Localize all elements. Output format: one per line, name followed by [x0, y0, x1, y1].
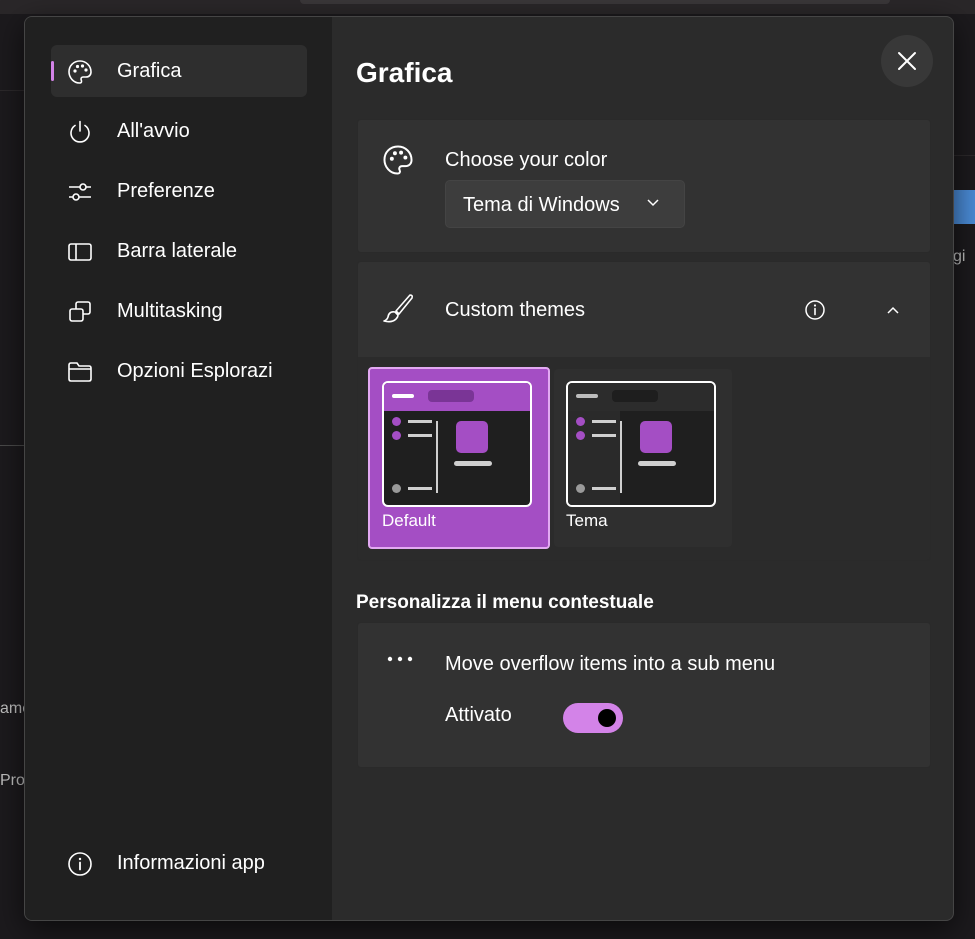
settings-dialog: Grafica All'avvio Preferenze Barra later… [24, 16, 954, 921]
selection-indicator [51, 61, 54, 81]
color-dropdown[interactable]: Tema di Windows [445, 180, 685, 228]
info-icon [68, 852, 92, 876]
custom-themes-header[interactable]: Custom themes [357, 261, 931, 359]
nav-item-opzioni-esplorazione[interactable]: Opzioni Esplorazi [51, 345, 307, 397]
theme-preview [566, 381, 716, 507]
nav-item-informazioni-app[interactable]: Informazioni app [51, 837, 307, 889]
theme-tiles-area: Default Tema [357, 357, 931, 561]
page-title: Grafica [356, 57, 453, 88]
toggle-knob [598, 709, 616, 727]
palette-icon [383, 145, 413, 175]
nav-item-label: Multitasking [117, 300, 223, 322]
palette-icon [68, 60, 92, 84]
color-card-title: Choose your color [445, 149, 608, 171]
context-menu-option-title: Move overflow items into a sub menu [445, 653, 776, 675]
info-icon[interactable] [804, 299, 826, 321]
theme-tile-label: Tema [566, 511, 608, 530]
settings-content: Grafica Choose your color Tema di Window… [332, 17, 953, 920]
theme-tile-default[interactable]: Default [368, 367, 550, 549]
nav-item-preferenze[interactable]: Preferenze [51, 165, 307, 217]
close-button[interactable] [881, 35, 933, 87]
nav-item-label: Informazioni app [117, 852, 265, 874]
background-text-fragment: gi [953, 248, 966, 265]
nav-item-barra-laterale[interactable]: Barra laterale [51, 225, 307, 277]
context-menu-card: Move overflow items into a sub menu Atti… [357, 622, 931, 768]
chevron-down-icon [647, 199, 659, 207]
color-dropdown-value: Tema di Windows [463, 194, 620, 216]
chevron-up-icon[interactable] [886, 305, 900, 315]
theme-tile-label: Default [382, 511, 436, 530]
nav-item-label: All'avvio [117, 120, 190, 142]
nav-item-grafica[interactable]: Grafica [51, 45, 307, 97]
nav-item-label: Barra laterale [117, 240, 238, 262]
nav-item-allavvio[interactable]: All'avvio [51, 105, 307, 157]
background-divider [0, 445, 24, 446]
multitasking-icon [69, 301, 91, 322]
more-icon [387, 656, 413, 662]
sidebar-icon [68, 243, 92, 261]
nav-item-label: Grafica [117, 60, 182, 82]
context-menu-section-title: Personalizza il menu contestuale [356, 592, 654, 613]
folder-icon [68, 362, 92, 382]
background-divider [952, 155, 975, 156]
overflow-toggle[interactable] [563, 703, 623, 733]
settings-sidebar: Grafica All'avvio Preferenze Barra later… [25, 17, 332, 920]
color-card: Choose your color Tema di Windows [357, 119, 931, 253]
background-text-fragment: Pro [0, 772, 25, 789]
power-icon [70, 120, 90, 143]
theme-tile-tema[interactable]: Tema [554, 369, 732, 547]
custom-themes-title: Custom themes [445, 299, 586, 321]
nav-item-multitasking[interactable]: Multitasking [51, 285, 307, 337]
sliders-icon [69, 183, 91, 201]
nav-item-label: Opzioni Esplorazi [117, 360, 273, 382]
close-icon [898, 52, 916, 70]
brush-icon [383, 294, 414, 323]
theme-preview [382, 381, 532, 507]
toggle-label: Attivato [445, 704, 512, 726]
background-divider [0, 90, 24, 91]
background-search-bar [300, 0, 890, 4]
nav-item-label: Preferenze [117, 180, 215, 202]
